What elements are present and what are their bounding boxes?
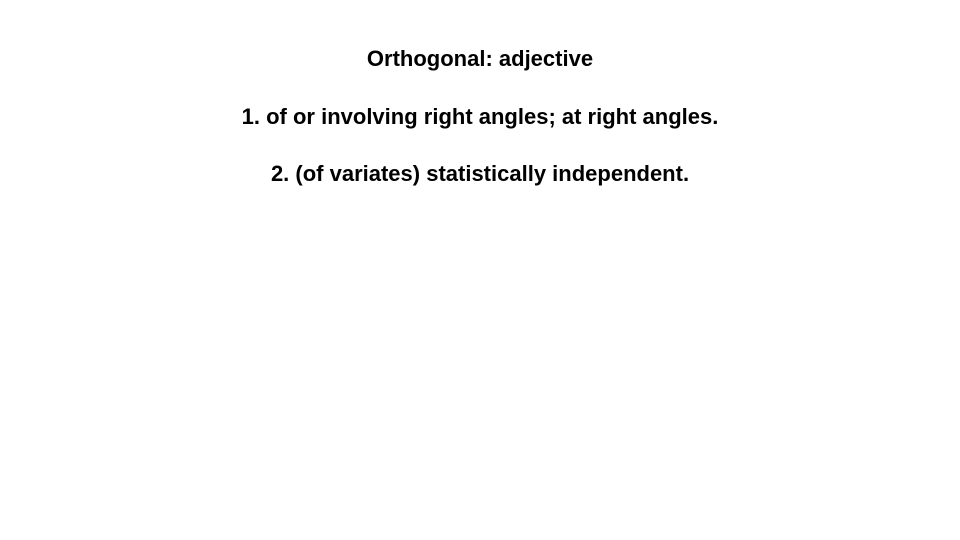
definition-heading: Orthogonal: adjective [366, 46, 594, 71]
slide: Orthogonal: adjective 1. of or involving… [0, 0, 960, 540]
definition-item-1: 1. of or involving right angles; at righ… [241, 104, 719, 129]
definition-item-2: 2. (of variates) statistically independe… [270, 161, 690, 186]
